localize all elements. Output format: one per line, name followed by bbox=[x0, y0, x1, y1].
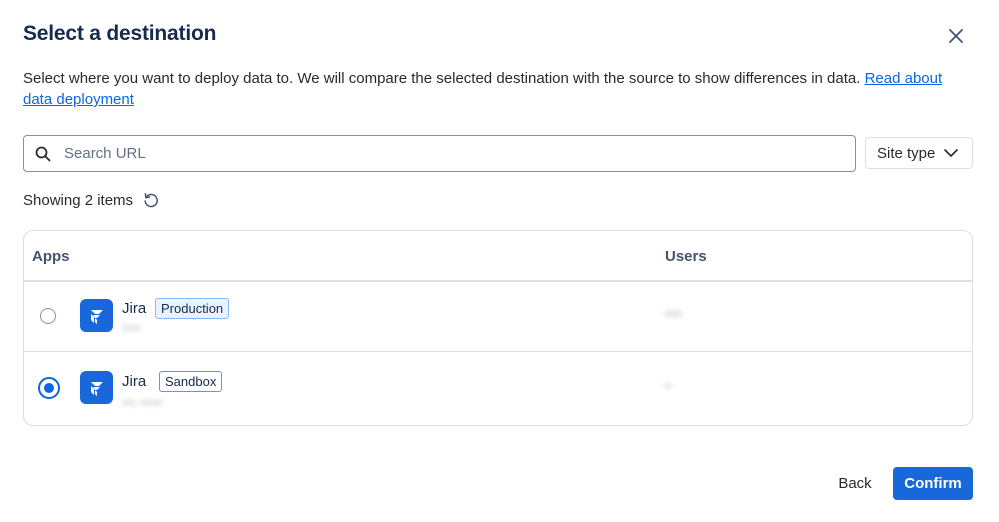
environment-lozenge: Production bbox=[155, 298, 230, 319]
app-name: Jira bbox=[122, 373, 147, 390]
apps-table: Apps Users Jira Production •••• ••• Jira… bbox=[23, 230, 973, 426]
back-button[interactable]: Back bbox=[826, 467, 884, 500]
close-icon bbox=[949, 29, 963, 43]
description-text: Select where you want to deploy data to.… bbox=[23, 70, 861, 87]
environment-lozenge: Sandbox bbox=[159, 371, 223, 392]
app-name: Jira bbox=[122, 300, 147, 317]
row-radio-selected[interactable] bbox=[38, 377, 60, 399]
users-count-blurred: • bbox=[665, 378, 671, 395]
table-row[interactable]: Jira Sandbox ••• ••••• • bbox=[24, 352, 972, 425]
users-count-blurred: ••• bbox=[665, 306, 682, 323]
search-icon bbox=[34, 145, 52, 163]
search-field[interactable] bbox=[23, 135, 856, 172]
confirm-button[interactable]: Confirm bbox=[893, 467, 973, 500]
search-input[interactable] bbox=[64, 145, 824, 162]
site-url-blurred: ••• ••••• bbox=[122, 395, 163, 410]
select-destination-dialog: Select a destination Select where you wa… bbox=[0, 0, 999, 522]
jira-icon bbox=[80, 299, 113, 332]
site-type-dropdown[interactable]: Site type bbox=[865, 137, 973, 169]
showing-label: Showing 2 items bbox=[23, 191, 134, 209]
results-count: Showing 2 items bbox=[23, 191, 160, 209]
refresh-icon[interactable] bbox=[142, 191, 160, 209]
chevron-down-icon bbox=[944, 149, 959, 157]
column-header-apps: Apps bbox=[32, 248, 70, 265]
jira-icon bbox=[80, 371, 113, 404]
table-row[interactable]: Jira Production •••• ••• bbox=[24, 282, 972, 352]
column-header-users: Users bbox=[665, 248, 707, 265]
dialog-title: Select a destination bbox=[23, 22, 217, 45]
site-url-blurred: •••• bbox=[122, 320, 141, 335]
close-button[interactable] bbox=[942, 22, 970, 50]
table-header: Apps Users bbox=[24, 231, 972, 282]
dialog-description: Select where you want to deploy data to.… bbox=[23, 68, 978, 110]
row-radio[interactable] bbox=[40, 308, 56, 324]
site-type-label: Site type bbox=[877, 144, 936, 162]
